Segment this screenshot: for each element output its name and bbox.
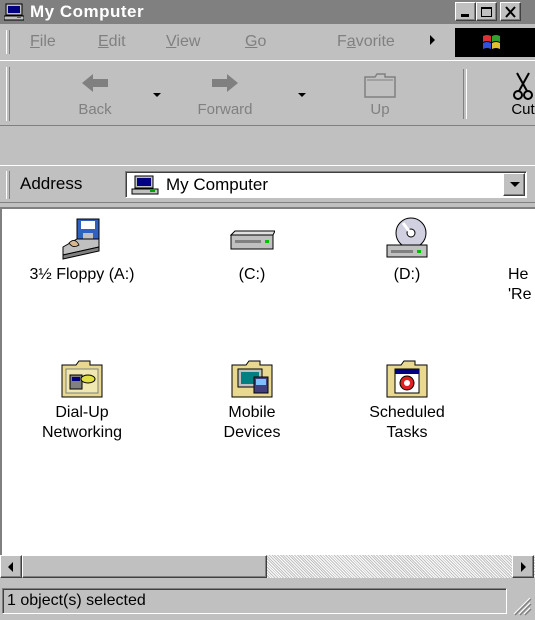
up-button[interactable]: Up [345,67,415,123]
maximize-button[interactable] [476,2,497,21]
computer-icon [3,3,25,21]
address-bar-grip[interactable] [6,171,10,199]
address-dropdown-button[interactable] [503,173,525,196]
menu-bar-grip[interactable] [6,30,10,54]
horizontal-scrollbar[interactable] [0,555,535,578]
address-value: My Computer [166,175,269,194]
address-bar: Address My Computer [0,165,535,205]
computer-icon [131,175,159,200]
item-label: Scheduled Tasks [369,404,445,441]
windows-logo-throbber [455,28,535,57]
item-label: 3½ Floppy (A:) [29,266,135,283]
menu-overflow-arrow-icon[interactable] [430,35,435,45]
item-d-drive[interactable]: (D:) [342,217,472,307]
status-text: 1 object(s) selected [7,592,146,609]
item-scheduled-tasks[interactable]: Scheduled Tasks [342,359,472,459]
forward-button[interactable]: Forward [185,67,265,123]
menu-file[interactable]: File [30,33,56,51]
file-view[interactable]: 3½ Floppy (A:) (C:) (D:) He 'Re Dial-Up … [0,207,535,555]
item-c-drive[interactable]: (C:) [187,217,317,307]
back-button[interactable]: Back [60,67,130,123]
minimize-button[interactable] [455,2,476,21]
scheduled-tasks-folder-icon [383,359,431,404]
status-bar: 1 object(s) selected [0,584,535,620]
standard-toolbar: Back Forward Up Cut [0,60,535,126]
dial-up-folder-icon [58,359,106,404]
scroll-thumb[interactable] [22,555,267,578]
close-button[interactable] [500,2,521,21]
item-help[interactable]: He 'Re [508,217,535,307]
resize-grip-icon[interactable] [510,594,532,616]
floppy-drive-icon [59,217,105,266]
forward-dropdown-arrow-icon[interactable] [298,93,306,97]
scroll-right-button[interactable] [512,555,534,578]
item-label: He 'Re [508,266,532,303]
item-label: (C:) [238,266,266,283]
forward-arrow-icon [210,71,240,100]
folder-up-icon [363,71,397,104]
menu-go[interactable]: Go [245,33,266,51]
cut-label: Cut [511,101,535,118]
menu-edit[interactable]: Edit [98,33,126,51]
cd-rom-drive-icon [383,217,431,266]
back-arrow-icon [80,71,110,100]
item-label: Mobile Devices [223,404,281,441]
mobile-devices-folder-icon [228,359,276,404]
back-dropdown-arrow-icon[interactable] [153,93,161,97]
back-label: Back [78,101,112,118]
menu-favorites[interactable]: Favorite [337,33,395,51]
item-floppy-drive[interactable]: 3½ Floppy (A:) [17,217,147,307]
my-computer-window: My Computer File Edit View Go Favorite B… [0,0,535,620]
window-title: My Computer [30,2,145,21]
hard-drive-icon [229,229,276,260]
address-input[interactable]: My Computer [125,171,527,198]
up-label: Up [370,101,390,118]
maximize-icon [481,7,492,17]
title-bar[interactable]: My Computer [0,0,535,24]
toolbar-grip[interactable] [6,67,10,121]
minimize-icon [461,14,469,17]
address-label: Address [20,174,83,193]
item-dial-up-networking[interactable]: Dial-Up Networking [17,359,147,459]
forward-label: Forward [197,101,253,118]
item-label: (D:) [393,266,421,283]
scroll-left-button[interactable] [0,555,22,578]
status-panel: 1 object(s) selected [2,588,507,614]
item-label: Dial-Up Networking [41,404,123,441]
toolbar-separator [463,69,467,119]
close-icon [505,6,516,18]
menu-view[interactable]: View [166,33,200,51]
item-mobile-devices[interactable]: Mobile Devices [187,359,317,459]
cut-button[interactable]: Cut [498,67,535,123]
